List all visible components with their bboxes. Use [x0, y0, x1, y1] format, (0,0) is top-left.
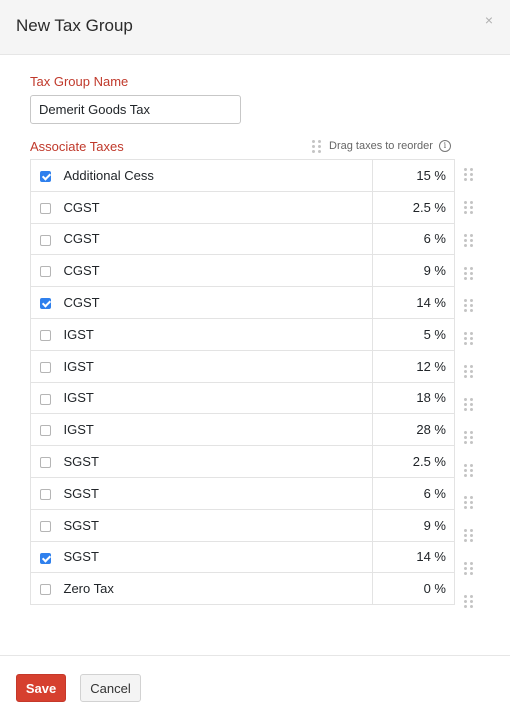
- tax-checkbox-cell: [30, 190, 55, 224]
- tax-name: SGST: [54, 508, 373, 542]
- tax-name: SGST: [54, 445, 373, 478]
- tax-checkbox[interactable]: [40, 520, 52, 532]
- drag-handle-icon[interactable]: [464, 389, 476, 422]
- tax-rate: 0 %: [372, 572, 455, 606]
- tax-name: Additional Cess: [54, 159, 373, 192]
- tax-checkbox-cell: [30, 476, 55, 510]
- tax-checkbox[interactable]: [40, 202, 52, 214]
- tax-name: IGST: [54, 381, 373, 415]
- tax-checkbox[interactable]: [40, 170, 52, 182]
- drag-handle-icon[interactable]: [464, 553, 476, 586]
- drag-handle-icon[interactable]: [464, 455, 476, 488]
- tax-checkbox-cell: [30, 317, 55, 351]
- tax-checkbox[interactable]: [40, 457, 52, 469]
- associate-taxes-label: Associate Taxes: [30, 139, 124, 154]
- drag-hint: Drag taxes to reorder i: [312, 138, 451, 154]
- dialog-title: New Tax Group: [16, 16, 133, 35]
- tax-rate: 14 %: [372, 540, 455, 574]
- tax-row[interactable]: CGST 6 %: [30, 222, 455, 256]
- tax-checkbox[interactable]: [40, 584, 52, 596]
- drag-handle-icon[interactable]: [464, 225, 476, 258]
- tax-name: CGST: [54, 190, 373, 224]
- dialog-header: New Tax Group ×: [0, 0, 510, 55]
- tax-rate: 18 %: [372, 381, 455, 415]
- drag-handle-icon[interactable]: [464, 192, 476, 225]
- tax-checkbox-cell: [30, 508, 55, 542]
- tax-row[interactable]: Zero Tax 0 %: [30, 572, 455, 606]
- tax-checkbox[interactable]: [40, 425, 52, 437]
- tax-checkbox-cell: [30, 254, 55, 288]
- tax-row[interactable]: IGST 5 %: [30, 317, 455, 351]
- tax-name: IGST: [54, 349, 373, 383]
- tax-rate: 6 %: [372, 476, 455, 510]
- tax-checkbox[interactable]: [40, 361, 52, 373]
- close-icon[interactable]: ×: [483, 13, 495, 27]
- tax-row[interactable]: IGST 28 %: [30, 413, 455, 447]
- cancel-button[interactable]: Cancel: [80, 674, 141, 702]
- drag-handle-icon[interactable]: [464, 520, 476, 553]
- tax-rate: 5 %: [372, 317, 455, 351]
- drag-hint-text: Drag taxes to reorder: [329, 140, 433, 152]
- tax-checkbox-cell: [30, 413, 55, 447]
- tax-name: CGST: [54, 254, 373, 288]
- tax-checkbox-cell: [30, 572, 55, 606]
- tax-rate: 9 %: [372, 254, 455, 288]
- tax-rate: 15 %: [372, 159, 455, 192]
- tax-checkbox-cell: [30, 381, 55, 415]
- tax-checkbox-cell: [30, 540, 55, 574]
- tax-name: CGST: [54, 222, 373, 256]
- tax-name: SGST: [54, 476, 373, 510]
- tax-rate: 6 %: [372, 222, 455, 256]
- tax-table: Additional Cess 15 % CGST 2.5 % CGST 6 % CGST 9…: [30, 159, 455, 606]
- tax-checkbox-cell: [30, 349, 55, 383]
- dialog-footer: Save Cancel: [0, 655, 510, 719]
- tax-row[interactable]: IGST 18 %: [30, 381, 455, 415]
- tax-checkbox-cell: [30, 159, 55, 192]
- drag-handle-icon[interactable]: [464, 323, 476, 356]
- tax-checkbox[interactable]: [40, 488, 52, 500]
- tax-row[interactable]: CGST 14 %: [30, 286, 455, 319]
- tax-rate: 2.5 %: [372, 190, 455, 224]
- tax-checkbox[interactable]: [40, 329, 52, 341]
- tax-rate: 2.5 %: [372, 445, 455, 478]
- tax-checkbox[interactable]: [40, 266, 52, 278]
- tax-name: CGST: [54, 286, 373, 319]
- tax-group-name-label: Tax Group Name: [30, 74, 129, 89]
- tax-rate: 9 %: [372, 508, 455, 542]
- drag-handle-icon[interactable]: [464, 487, 476, 520]
- tax-checkbox[interactable]: [40, 298, 52, 310]
- info-icon[interactable]: i: [438, 140, 451, 152]
- tax-row[interactable]: CGST 9 %: [30, 254, 455, 288]
- tax-row[interactable]: SGST 2.5 %: [30, 445, 455, 478]
- tax-row[interactable]: Additional Cess 15 %: [30, 159, 455, 192]
- tax-checkbox-cell: [30, 222, 55, 256]
- tax-rate: 28 %: [372, 413, 455, 447]
- drag-handle-icon[interactable]: [464, 356, 476, 389]
- tax-row[interactable]: SGST 6 %: [30, 476, 455, 510]
- tax-name: Zero Tax: [54, 572, 373, 606]
- tax-row[interactable]: SGST 9 %: [30, 508, 455, 542]
- row-handles: [464, 159, 476, 619]
- tax-checkbox-cell: [30, 286, 55, 319]
- drag-handle-icon[interactable]: [464, 586, 476, 619]
- drag-handle-icon[interactable]: [464, 258, 476, 291]
- tax-name: IGST: [54, 317, 373, 351]
- tax-checkbox[interactable]: [40, 234, 52, 246]
- tax-rate: 14 %: [372, 286, 455, 319]
- tax-rate: 12 %: [372, 349, 455, 383]
- tax-checkbox[interactable]: [40, 552, 52, 564]
- drag-handle-icon[interactable]: [464, 159, 476, 192]
- drag-handle-icon[interactable]: [464, 290, 476, 323]
- save-button[interactable]: Save: [16, 674, 66, 702]
- tax-row[interactable]: SGST 14 %: [30, 540, 455, 574]
- drag-handle-icon: [312, 139, 321, 153]
- tax-checkbox-cell: [30, 445, 55, 478]
- tax-name: SGST: [54, 540, 373, 574]
- drag-handle-icon[interactable]: [464, 422, 476, 455]
- tax-row[interactable]: CGST 2.5 %: [30, 190, 455, 224]
- tax-checkbox[interactable]: [40, 393, 52, 405]
- tax-group-name-input[interactable]: [30, 95, 241, 124]
- tax-name: IGST: [54, 413, 373, 447]
- tax-row[interactable]: IGST 12 %: [30, 349, 455, 383]
